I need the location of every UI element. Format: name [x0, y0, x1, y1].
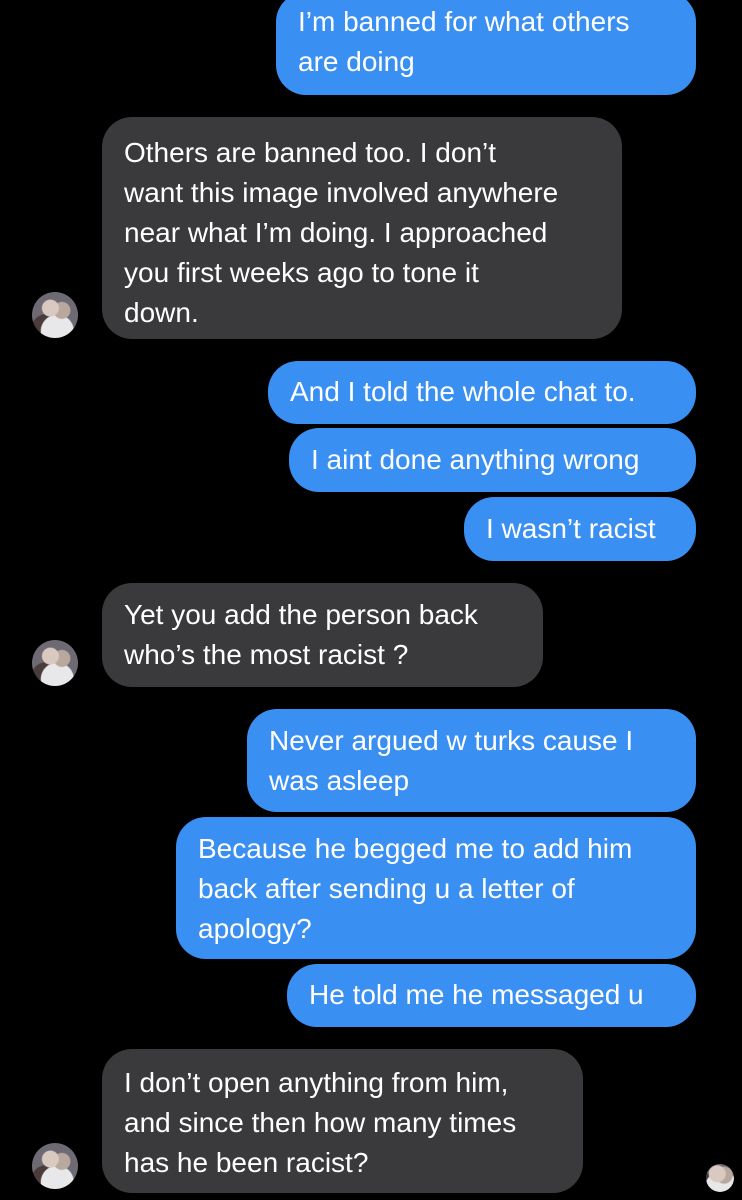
message-bubble-sent[interactable]: He told me he messaged u	[287, 964, 696, 1027]
message-bubble-sent[interactable]: And I told the whole chat to.	[268, 361, 696, 424]
message-bubble-sent[interactable]: I aint done anything wrong	[289, 428, 696, 492]
contact-avatar[interactable]	[32, 1143, 78, 1189]
contact-avatar[interactable]	[32, 640, 78, 686]
message-bubble-received[interactable]: Yet you add the person back who’s the mo…	[102, 583, 543, 687]
message-bubble-sent[interactable]: I wasn’t racist	[464, 497, 696, 561]
contact-avatar[interactable]	[32, 292, 78, 338]
message-bubble-received[interactable]: Others are banned too. I don’t want this…	[102, 117, 622, 339]
read-receipt-avatar	[706, 1164, 734, 1192]
message-bubble-sent[interactable]: Because he begged me to add him back aft…	[176, 817, 696, 959]
message-bubble-received[interactable]: I don’t open anything from him, and sinc…	[102, 1049, 583, 1193]
message-bubble-sent[interactable]: I’m banned for what others are doing	[276, 0, 696, 95]
message-bubble-sent[interactable]: Never argued w turks cause I was asleep	[247, 709, 696, 812]
